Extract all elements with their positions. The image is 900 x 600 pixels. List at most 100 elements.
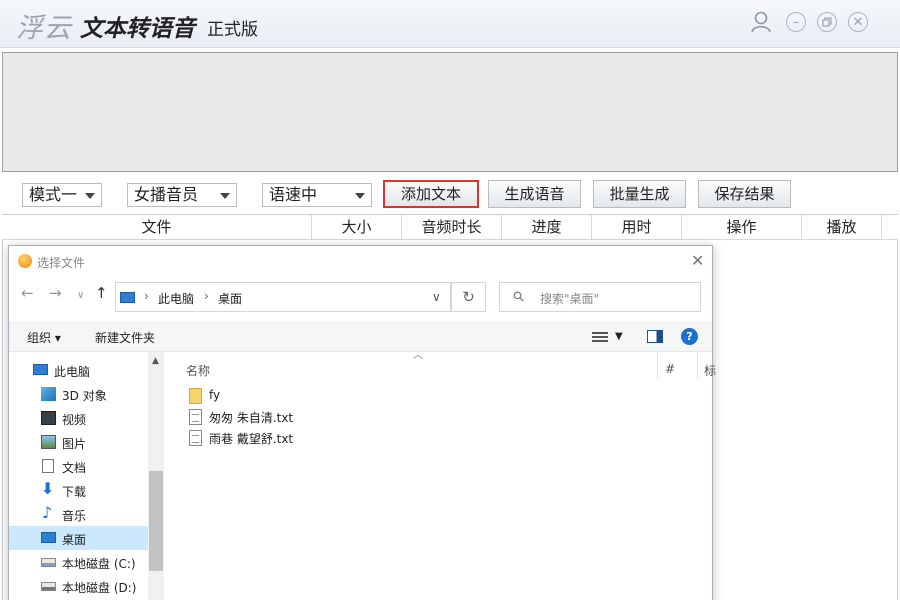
speed-select[interactable]: 语速中 (262, 183, 372, 207)
recent-dropdown-icon[interactable]: ∨ (77, 290, 84, 301)
column-size[interactable]: 大小 (312, 215, 402, 240)
search-placeholder: 搜索"桌面" (540, 292, 600, 306)
forward-icon[interactable]: → (49, 284, 62, 302)
desktop-icon (41, 532, 56, 543)
app-title: 文本转语音 (80, 16, 195, 42)
back-icon[interactable]: ← (21, 284, 34, 302)
column-elapsed[interactable]: 用时 (592, 215, 682, 240)
column-file[interactable]: 文件 (2, 215, 312, 240)
up-icon[interactable]: ↑ (95, 284, 108, 302)
tree-item-downloads[interactable]: ⬇ 下载 (9, 478, 149, 502)
tree-item-3d-objects[interactable]: 3D 对象 (9, 382, 149, 406)
mode-select-value: 模式一 (29, 185, 78, 204)
folder-icon (189, 388, 202, 404)
text-file-icon (189, 430, 202, 446)
save-result-button[interactable]: 保存结果 (698, 180, 791, 208)
close-icon[interactable]: ✕ (691, 251, 704, 270)
tree-label: 本地磁盘 (D:) (62, 581, 137, 595)
view-options-icon[interactable] (592, 330, 608, 344)
tree-item-desktop[interactable]: 桌面 (9, 526, 149, 550)
tree-item-videos[interactable]: 视频 (9, 406, 149, 430)
chevron-down-icon[interactable]: ▼ (615, 331, 623, 342)
file-open-dialog: 选择文件 ✕ ← → ∨ ↑ › 此电脑 › 桌面 ∨ ↻ ⚲ 搜索"桌面" 组… (8, 245, 716, 600)
column-divider[interactable] (697, 352, 698, 380)
tree-item-drive-c[interactable]: 本地磁盘 (C:) (9, 550, 149, 574)
computer-icon (120, 292, 135, 303)
mode-select[interactable]: 模式一 (22, 183, 102, 207)
chevron-down-icon[interactable]: ∨ (432, 290, 441, 304)
speed-select-value: 语速中 (269, 185, 318, 204)
tree-label: 桌面 (62, 533, 87, 547)
add-text-button[interactable]: 添加文本 (383, 180, 479, 208)
chevron-right-icon[interactable]: › (204, 289, 209, 303)
help-icon[interactable]: ? (681, 328, 698, 345)
cube-icon (41, 387, 56, 401)
organize-button[interactable]: 组织 ▾ (27, 329, 61, 346)
restore-icon[interactable] (817, 12, 837, 32)
breadcrumb-this-pc[interactable]: 此电脑 (158, 290, 194, 307)
computer-icon (33, 364, 48, 375)
tree-label: 图片 (62, 437, 87, 451)
download-icon: ⬇ (41, 479, 55, 498)
column-number[interactable]: # (665, 362, 675, 376)
tree-item-drive-d[interactable]: 本地磁盘 (D:) (9, 574, 149, 598)
drive-icon (41, 582, 56, 591)
tree-item-documents[interactable]: 文档 (9, 454, 149, 478)
chevron-right-icon[interactable]: › (144, 289, 149, 303)
column-duration[interactable]: 音频时长 (402, 215, 502, 240)
command-bar: 组织 ▾ 新建文件夹 ▼ ? (9, 322, 712, 352)
tree-label: 视频 (62, 413, 87, 427)
text-file-icon (189, 409, 202, 425)
tree-item-pictures[interactable]: 图片 (9, 430, 149, 454)
table-header: 文件 大小 音频时长 进度 用时 操作 播放 (2, 214, 898, 240)
file-list: ︿ 名称 # 标 fy 匆匆 朱自清.txt 雨巷 戴望舒.txt (169, 350, 716, 600)
column-divider[interactable] (657, 352, 658, 380)
minimize-icon[interactable]: – (786, 12, 806, 32)
column-title[interactable]: 标 (704, 362, 716, 379)
address-bar[interactable]: › 此电脑 › 桌面 ∨ (115, 282, 451, 312)
scroll-up-icon[interactable]: ▲ (152, 356, 159, 366)
picture-icon (41, 435, 56, 449)
tree-label: 此电脑 (54, 365, 91, 379)
file-name: fy (209, 388, 221, 402)
chevron-down-icon (220, 193, 230, 199)
chevron-down-icon (355, 193, 365, 199)
sort-ascending-icon: ︿ (413, 350, 423, 361)
column-name[interactable]: 名称 (186, 362, 210, 379)
title-bar: 浮云 文本转语音 正式版 – ✕ (0, 0, 900, 48)
tree-label: 音乐 (62, 509, 87, 523)
dialog-title: 选择文件 (37, 256, 86, 270)
music-icon: ♪ (42, 503, 53, 522)
drive-icon (41, 558, 56, 567)
scrollbar-thumb[interactable] (149, 471, 163, 571)
new-folder-button[interactable]: 新建文件夹 (95, 329, 155, 346)
tree-item-this-pc[interactable]: 此电脑 (9, 358, 149, 382)
voice-select-value: 女播音员 (134, 185, 199, 204)
refresh-icon[interactable]: ↻ (451, 282, 486, 312)
app-icon (18, 254, 32, 268)
document-icon (42, 459, 54, 473)
file-name: 匆匆 朱自清.txt (209, 411, 294, 425)
preview-pane-icon[interactable] (647, 330, 663, 343)
user-icon[interactable] (750, 10, 772, 34)
tree-label: 本地磁盘 (C:) (62, 557, 136, 571)
breadcrumb-desktop[interactable]: 桌面 (218, 290, 242, 307)
search-input[interactable]: ⚲ 搜索"桌面" (499, 282, 701, 312)
file-name: 雨巷 戴望舒.txt (209, 432, 294, 446)
brand-logo: 浮云 (16, 13, 72, 44)
column-play[interactable]: 播放 (802, 215, 882, 240)
close-icon[interactable]: ✕ (848, 12, 868, 32)
tree-label: 下载 (62, 485, 87, 499)
batch-generate-button[interactable]: 批量生成 (593, 180, 686, 208)
generate-speech-button[interactable]: 生成语音 (488, 180, 581, 208)
column-action[interactable]: 操作 (682, 215, 802, 240)
text-input-area[interactable] (2, 52, 898, 172)
tree-label: 3D 对象 (62, 389, 107, 403)
video-icon (41, 411, 56, 425)
navigation-pane: 此电脑 3D 对象 视频 图片 文档 ⬇ 下载 ♪ 音乐 桌面 本地磁盘 (C:… (9, 352, 164, 600)
search-icon: ⚲ (509, 287, 529, 307)
voice-select[interactable]: 女播音员 (127, 183, 237, 207)
chevron-down-icon (85, 193, 95, 199)
column-progress[interactable]: 进度 (502, 215, 592, 240)
tree-item-music[interactable]: ♪ 音乐 (9, 502, 149, 526)
